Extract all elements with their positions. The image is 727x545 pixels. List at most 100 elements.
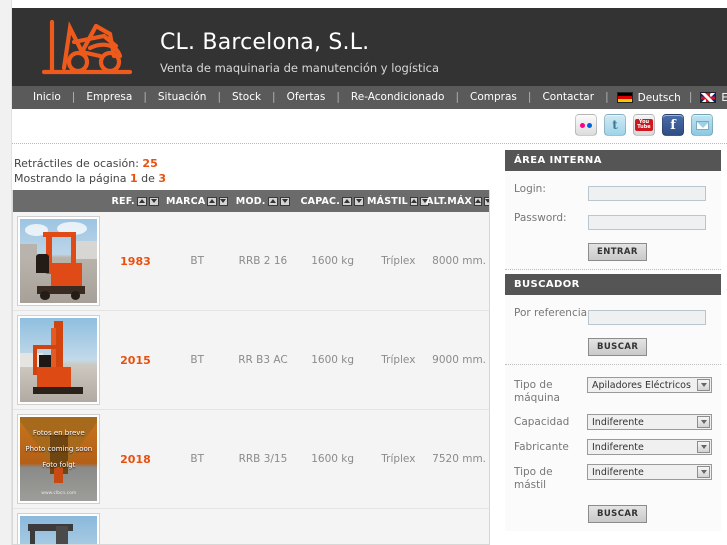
chevron-down-icon[interactable] — [697, 466, 710, 478]
sort-asc-marca-icon[interactable] — [207, 196, 217, 206]
cell-marca: BT — [190, 255, 205, 267]
pagination-line: Mostrando la página 1 de 3 — [14, 171, 166, 186]
column-header-altmax: ALT.MÁX — [426, 196, 489, 207]
chevron-down-icon[interactable] — [697, 416, 710, 428]
sort-desc-capac-icon[interactable] — [354, 196, 365, 206]
filter-select-fabricante[interactable]: Indiferente — [587, 439, 712, 455]
forklift-logo-icon[interactable] — [30, 12, 148, 84]
password-input[interactable] — [588, 215, 706, 230]
reach-truck-orange-tall-mast-photo — [20, 318, 98, 402]
filter-value-capacidad: Indiferente — [592, 416, 644, 428]
nav-item-situacion[interactable]: Situación — [147, 86, 218, 109]
nav-item-stock[interactable]: Stock — [221, 86, 272, 109]
row-thumbnail-cell[interactable] — [13, 315, 105, 405]
main-navigation: Inicio | Empresa | Situación | Stock | O… — [12, 86, 727, 109]
filter-label-tipo-maquina: Tipo de máquina — [514, 379, 560, 404]
sort-asc-mod-icon[interactable] — [267, 196, 278, 206]
german-flag-icon — [616, 92, 633, 103]
nav-item-re-acondicionado[interactable]: Re-Acondicionado — [340, 86, 456, 109]
table-row[interactable]: Fotos en breve Photo coming soon Foto fo… — [13, 410, 489, 509]
product-thumbnail[interactable]: Fotos en breve Photo coming soon Foto fo… — [17, 414, 101, 504]
cell-mod: RRB 2 16 — [238, 255, 288, 267]
reference-search-button[interactable]: BUSCAR — [588, 338, 648, 356]
cell-capac: 1600 kg — [311, 255, 355, 267]
filter-select-tipo-mastil[interactable]: Indiferente — [587, 464, 712, 480]
email-icon[interactable] — [691, 114, 713, 136]
filter-label-capacidad: Capacidad — [514, 416, 570, 428]
table-row[interactable] — [13, 509, 489, 544]
filters-search-button[interactable]: BUSCAR — [588, 505, 648, 523]
password-label: Password: — [514, 212, 567, 224]
table-row[interactable]: 1983 BT RRB 2 16 1600 kg Tríplex 8000 mm… — [13, 212, 489, 311]
reference-input[interactable] — [588, 310, 706, 325]
filter-select-capacidad[interactable]: Indiferente — [587, 414, 712, 430]
product-thumbnail[interactable] — [17, 513, 101, 544]
pagination-mid: de — [141, 172, 155, 185]
twitter-icon[interactable]: t — [604, 114, 626, 136]
lang-label-deutsch: Deutsch — [637, 91, 681, 104]
results-count-value: 25 — [142, 157, 158, 170]
nav-item-inicio[interactable]: Inicio — [22, 86, 72, 109]
product-thumbnail[interactable] — [17, 216, 101, 306]
cell-ref[interactable]: 2018 — [105, 453, 167, 466]
nav-item-ofertas[interactable]: Ofertas — [276, 86, 337, 109]
login-submit-button[interactable]: ENTRAR — [588, 243, 647, 261]
youtube-icon[interactable]: You Tube — [633, 114, 655, 136]
search-panel-title: BUSCADOR — [505, 274, 721, 295]
sort-asc-mastil-icon[interactable] — [409, 196, 419, 206]
nav-item-compras[interactable]: Compras — [459, 86, 528, 109]
coming-soon-line-en: Photo coming soon — [25, 444, 93, 453]
nav-item-contactar[interactable]: Contactar — [531, 86, 605, 109]
filter-row-fabricante: Fabricante Indiferente — [514, 439, 712, 455]
filter-select-tipo-maquina[interactable]: Apiladores Eléctricos — [587, 377, 712, 393]
sort-desc-altmax-icon[interactable] — [484, 196, 489, 206]
table-header-row: REF. MARCA MOD. CAPAC. MÁSTIL ALT.MÁX — [13, 190, 489, 212]
filter-value-fabricante: Indiferente — [592, 441, 644, 453]
lang-label-english: English — [721, 91, 727, 104]
cell-altmax: 9000 mm. — [432, 354, 487, 366]
cell-mastil: Tríplex — [381, 255, 416, 267]
row-thumbnail-cell[interactable] — [13, 513, 105, 544]
brand-block: CL. Barcelona, S.L. Venta de maquinaria … — [160, 30, 439, 76]
right-sidebar: ÁREA INTERNA Login: Password: ENTRAR BUS… — [505, 150, 721, 535]
filter-label-tipo-mastil: Tipo de mástil — [514, 466, 553, 491]
column-label-ref: REF. — [111, 195, 135, 207]
results-summary: Retráctiles de ocasión: 25 Mostrando la … — [14, 156, 166, 186]
chevron-down-icon[interactable] — [697, 379, 710, 391]
login-input[interactable] — [588, 186, 706, 201]
cell-ref[interactable]: 2015 — [105, 354, 167, 367]
chevron-down-icon[interactable] — [697, 441, 710, 453]
sort-desc-ref-icon[interactable] — [148, 196, 159, 206]
search-by-reference-body: Por referencia BUSCAR — [505, 295, 721, 365]
filter-value-tipo-maquina: Apiladores Eléctricos — [592, 379, 691, 391]
sort-desc-marca-icon[interactable] — [218, 196, 228, 206]
row-thumbnail-cell[interactable] — [13, 216, 105, 306]
social-links: t You Tube f — [575, 114, 713, 136]
pagination-label: Mostrando la página — [14, 172, 127, 185]
filter-row-tipo-mastil: Tipo de mástil Indiferente — [514, 464, 712, 492]
table-row[interactable]: 2015 BT RR B3 AC 1600 kg Tríplex 9000 mm… — [13, 311, 489, 410]
facebook-icon[interactable]: f — [662, 114, 684, 136]
sort-asc-ref-icon[interactable] — [136, 196, 147, 206]
sort-asc-altmax-icon[interactable] — [474, 196, 483, 206]
filter-value-tipo-mastil: Indiferente — [592, 466, 644, 478]
column-label-mod: MOD. — [235, 195, 266, 207]
lang-switch-english[interactable]: English — [692, 92, 727, 104]
nav-item-empresa[interactable]: Empresa — [75, 86, 143, 109]
row-thumbnail-cell[interactable]: Fotos en breve Photo coming soon Foto fo… — [13, 414, 105, 504]
current-page-value: 1 — [129, 172, 138, 185]
cell-ref[interactable]: 1983 — [105, 255, 167, 268]
product-thumbnail[interactable] — [17, 315, 101, 405]
cell-mod: RRB 3/15 — [238, 453, 288, 465]
coming-soon-overlay: Fotos en breve Photo coming soon Foto fo… — [20, 424, 97, 475]
sort-asc-capac-icon[interactable] — [342, 196, 353, 206]
reference-label: Por referencia — [514, 307, 588, 319]
sort-desc-mod-icon[interactable] — [279, 196, 290, 206]
cell-capac: 1600 kg — [311, 354, 355, 366]
coming-soon-line-es: Fotos en breve — [32, 428, 85, 437]
lang-switch-deutsch[interactable]: Deutsch — [609, 92, 689, 104]
site-title: CL. Barcelona, S.L. — [160, 30, 370, 55]
flickr-icon[interactable] — [575, 114, 597, 136]
cell-altmax: 8000 mm. — [432, 255, 487, 267]
photo-coming-soon-placeholder: Fotos en breve Photo coming soon Foto fo… — [20, 417, 98, 501]
